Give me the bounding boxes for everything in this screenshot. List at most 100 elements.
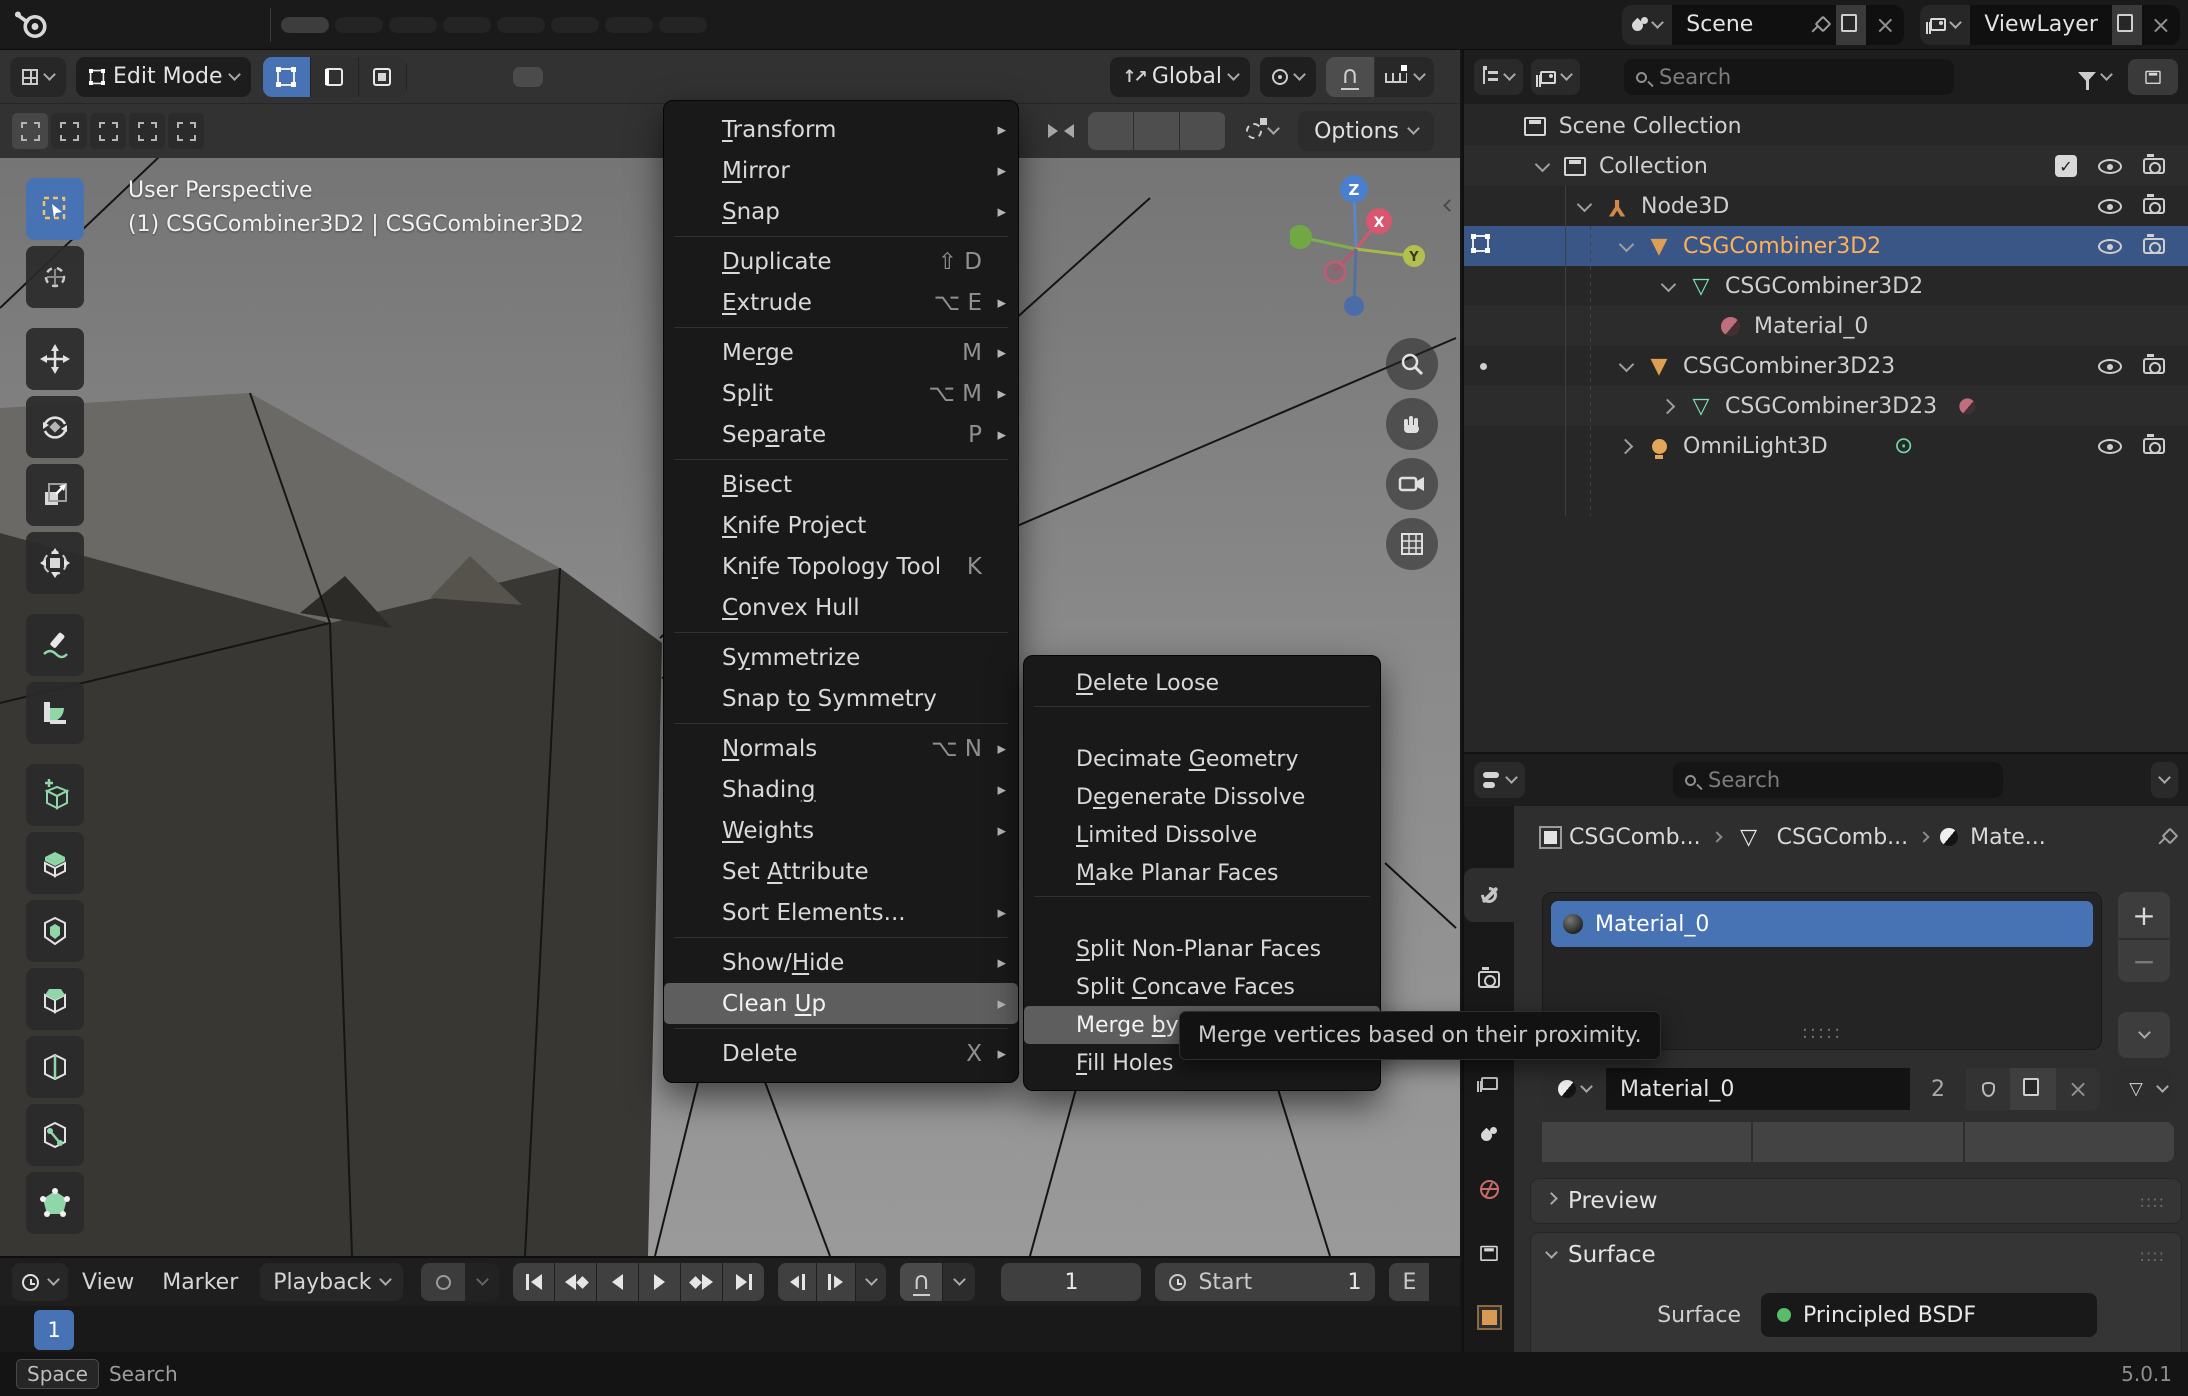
mesh-menu-item[interactable] bbox=[664, 719, 1018, 728]
disable-render-icon[interactable] bbox=[2132, 358, 2176, 374]
move-tool[interactable] bbox=[26, 328, 84, 390]
proportional-edit-button[interactable] bbox=[1240, 111, 1284, 151]
blender-logo-icon[interactable] bbox=[14, 10, 50, 40]
extrude-region-tool[interactable] bbox=[26, 832, 84, 894]
mesh-menu-item[interactable] bbox=[664, 323, 1018, 332]
expand-chevron-icon[interactable] bbox=[1651, 283, 1685, 290]
measure-tool[interactable] bbox=[26, 682, 84, 744]
jump-to-end-button[interactable] bbox=[723, 1263, 764, 1301]
outliner-row[interactable]: CSGCombiner3D2 bbox=[1464, 226, 2188, 266]
toggle-ortho-button[interactable] bbox=[1386, 518, 1438, 570]
new-collection-button[interactable] bbox=[2128, 59, 2178, 95]
timeline-editor-type-button[interactable] bbox=[12, 1263, 68, 1301]
snap-settings-dropdown[interactable] bbox=[1375, 57, 1434, 97]
orientation-dropdown[interactable]: ↑↗Global bbox=[1110, 57, 1250, 97]
expand-chevron-icon[interactable] bbox=[1609, 363, 1643, 370]
cleanup-menu-item[interactable]: Make Planar Faces bbox=[1024, 854, 1380, 892]
playback-dropdown[interactable]: Playback bbox=[260, 1263, 403, 1301]
gizmo-y-label[interactable]: Y bbox=[1408, 250, 1419, 265]
viewlayer-selector[interactable]: ViewLayer bbox=[1920, 5, 2180, 45]
scale-tool[interactable] bbox=[26, 464, 84, 526]
remove-slot-button[interactable]: − bbox=[2118, 940, 2170, 982]
pan-hand-button[interactable] bbox=[1386, 398, 1438, 450]
mesh-menu-item[interactable] bbox=[664, 933, 1018, 942]
preview-panel[interactable]: Preview bbox=[1530, 1178, 2182, 1224]
workspace-tab[interactable] bbox=[389, 17, 437, 33]
outliner-row[interactable]: CSGCombiner3D2 bbox=[1464, 266, 2188, 306]
select-subtract-button[interactable] bbox=[90, 113, 126, 149]
header-menu[interactable] bbox=[573, 67, 603, 87]
slot-specials-button[interactable] bbox=[2118, 1012, 2170, 1058]
select-intersect-button[interactable] bbox=[168, 113, 204, 149]
workspace-tab[interactable] bbox=[605, 17, 653, 33]
outliner-search-input[interactable] bbox=[1657, 64, 1942, 90]
mesh-menu-item[interactable]: Merge M bbox=[664, 332, 1018, 373]
mesh-menu-item[interactable]: Separate P bbox=[664, 414, 1018, 455]
options-dropdown[interactable]: Options bbox=[1298, 111, 1434, 151]
play-button[interactable] bbox=[639, 1263, 680, 1301]
new-scene-button[interactable] bbox=[1836, 5, 1866, 45]
breadcrumb-object[interactable]: CSGComb... bbox=[1569, 825, 1701, 850]
edge-select-button[interactable] bbox=[311, 57, 359, 97]
disable-render-icon[interactable] bbox=[2132, 438, 2176, 454]
mesh-menu-item[interactable] bbox=[664, 1024, 1018, 1033]
hide-eye-icon[interactable] bbox=[2088, 239, 2132, 254]
mirror-axis-button[interactable] bbox=[1088, 112, 1134, 150]
header-menu[interactable] bbox=[423, 67, 453, 87]
hide-eye-icon[interactable] bbox=[2088, 199, 2132, 214]
drag-dots-icon[interactable] bbox=[2139, 1192, 2165, 1211]
expand-chevron-icon[interactable] bbox=[1651, 401, 1685, 412]
mesh-menu-item[interactable]: Mirror bbox=[664, 150, 1018, 191]
workspace-tab[interactable] bbox=[335, 17, 383, 33]
cleanup-menu-item[interactable]: Split Concave Faces bbox=[1024, 968, 1380, 1006]
expand-chevron-icon[interactable] bbox=[1567, 203, 1601, 210]
mesh-menu-item[interactable]: Duplicate ⇧ D bbox=[664, 241, 1018, 282]
outliner-row[interactable]: OmniLight3D bbox=[1464, 426, 2188, 466]
material-name-field[interactable]: Material_0 bbox=[1606, 1068, 1910, 1110]
zoom-button[interactable] bbox=[1386, 338, 1438, 390]
row-label[interactable]: Scene Collection bbox=[1559, 114, 1742, 139]
header-menu[interactable] bbox=[513, 67, 543, 87]
snap-toggle-button[interactable]: ∩ bbox=[1326, 57, 1374, 97]
row-label[interactable]: Node3D bbox=[1641, 194, 1729, 219]
pin-icon[interactable] bbox=[1802, 5, 1836, 45]
material-action-button[interactable] bbox=[1542, 1122, 1751, 1162]
auto-key-settings-button[interactable] bbox=[465, 1263, 499, 1301]
next-frame-button[interactable] bbox=[817, 1263, 855, 1301]
tab-world[interactable] bbox=[1464, 1162, 1514, 1216]
mode-dropdown[interactable]: Edit Mode bbox=[76, 57, 251, 97]
add-slot-button[interactable]: + bbox=[2118, 892, 2170, 938]
select-invert-button[interactable] bbox=[129, 113, 165, 149]
hide-eye-icon[interactable] bbox=[2088, 439, 2132, 454]
tab-object[interactable] bbox=[1464, 1290, 1514, 1344]
outliner-row[interactable]: Node3D bbox=[1464, 186, 2188, 226]
select-box-tool[interactable] bbox=[26, 178, 84, 240]
select-set-button[interactable] bbox=[12, 113, 48, 149]
transform-tool[interactable] bbox=[26, 532, 84, 594]
expand-chevron-icon[interactable] bbox=[1609, 243, 1643, 250]
breadcrumb-mesh[interactable]: CSGComb... bbox=[1777, 825, 1909, 850]
outliner-row[interactable]: Scene Collection bbox=[1464, 106, 2188, 146]
timeline-snap-options[interactable] bbox=[943, 1263, 975, 1301]
properties-editor-type-button[interactable] bbox=[1474, 762, 1525, 798]
mirror-axis-button[interactable] bbox=[1134, 112, 1180, 150]
disable-render-icon[interactable] bbox=[2132, 198, 2176, 214]
start-frame-field[interactable]: Start 1 bbox=[1155, 1263, 1375, 1301]
new-material-button[interactable] bbox=[2010, 1068, 2056, 1110]
mesh-menu-item[interactable]: Weights bbox=[664, 810, 1018, 851]
tab-view-layer[interactable] bbox=[1464, 1056, 1514, 1110]
mesh-menu-item[interactable]: Snap bbox=[664, 191, 1018, 232]
row-label[interactable]: CSGCombiner3D23 bbox=[1683, 354, 1895, 379]
mesh-menu-item[interactable]: Extrude ⌥ E bbox=[664, 282, 1018, 323]
mesh-menu-item[interactable]: Knife Topology Tool K bbox=[664, 546, 1018, 587]
outliner-row[interactable]: CSGCombiner3D23 bbox=[1464, 386, 2188, 426]
row-label[interactable]: CSGCombiner3D23 bbox=[1725, 394, 1937, 419]
surface-shader-button[interactable]: Principled BSDF bbox=[1761, 1293, 2097, 1337]
row-label[interactable]: Collection bbox=[1599, 154, 1708, 179]
scene-selector[interactable]: Scene bbox=[1622, 5, 1904, 45]
tab-tool[interactable] bbox=[1464, 868, 1514, 922]
properties-search[interactable] bbox=[1673, 762, 2003, 798]
users-count-button[interactable]: 2 bbox=[1910, 1068, 1966, 1110]
mesh-menu-item[interactable]: Bisect bbox=[664, 464, 1018, 505]
disable-render-icon[interactable] bbox=[2132, 238, 2176, 254]
